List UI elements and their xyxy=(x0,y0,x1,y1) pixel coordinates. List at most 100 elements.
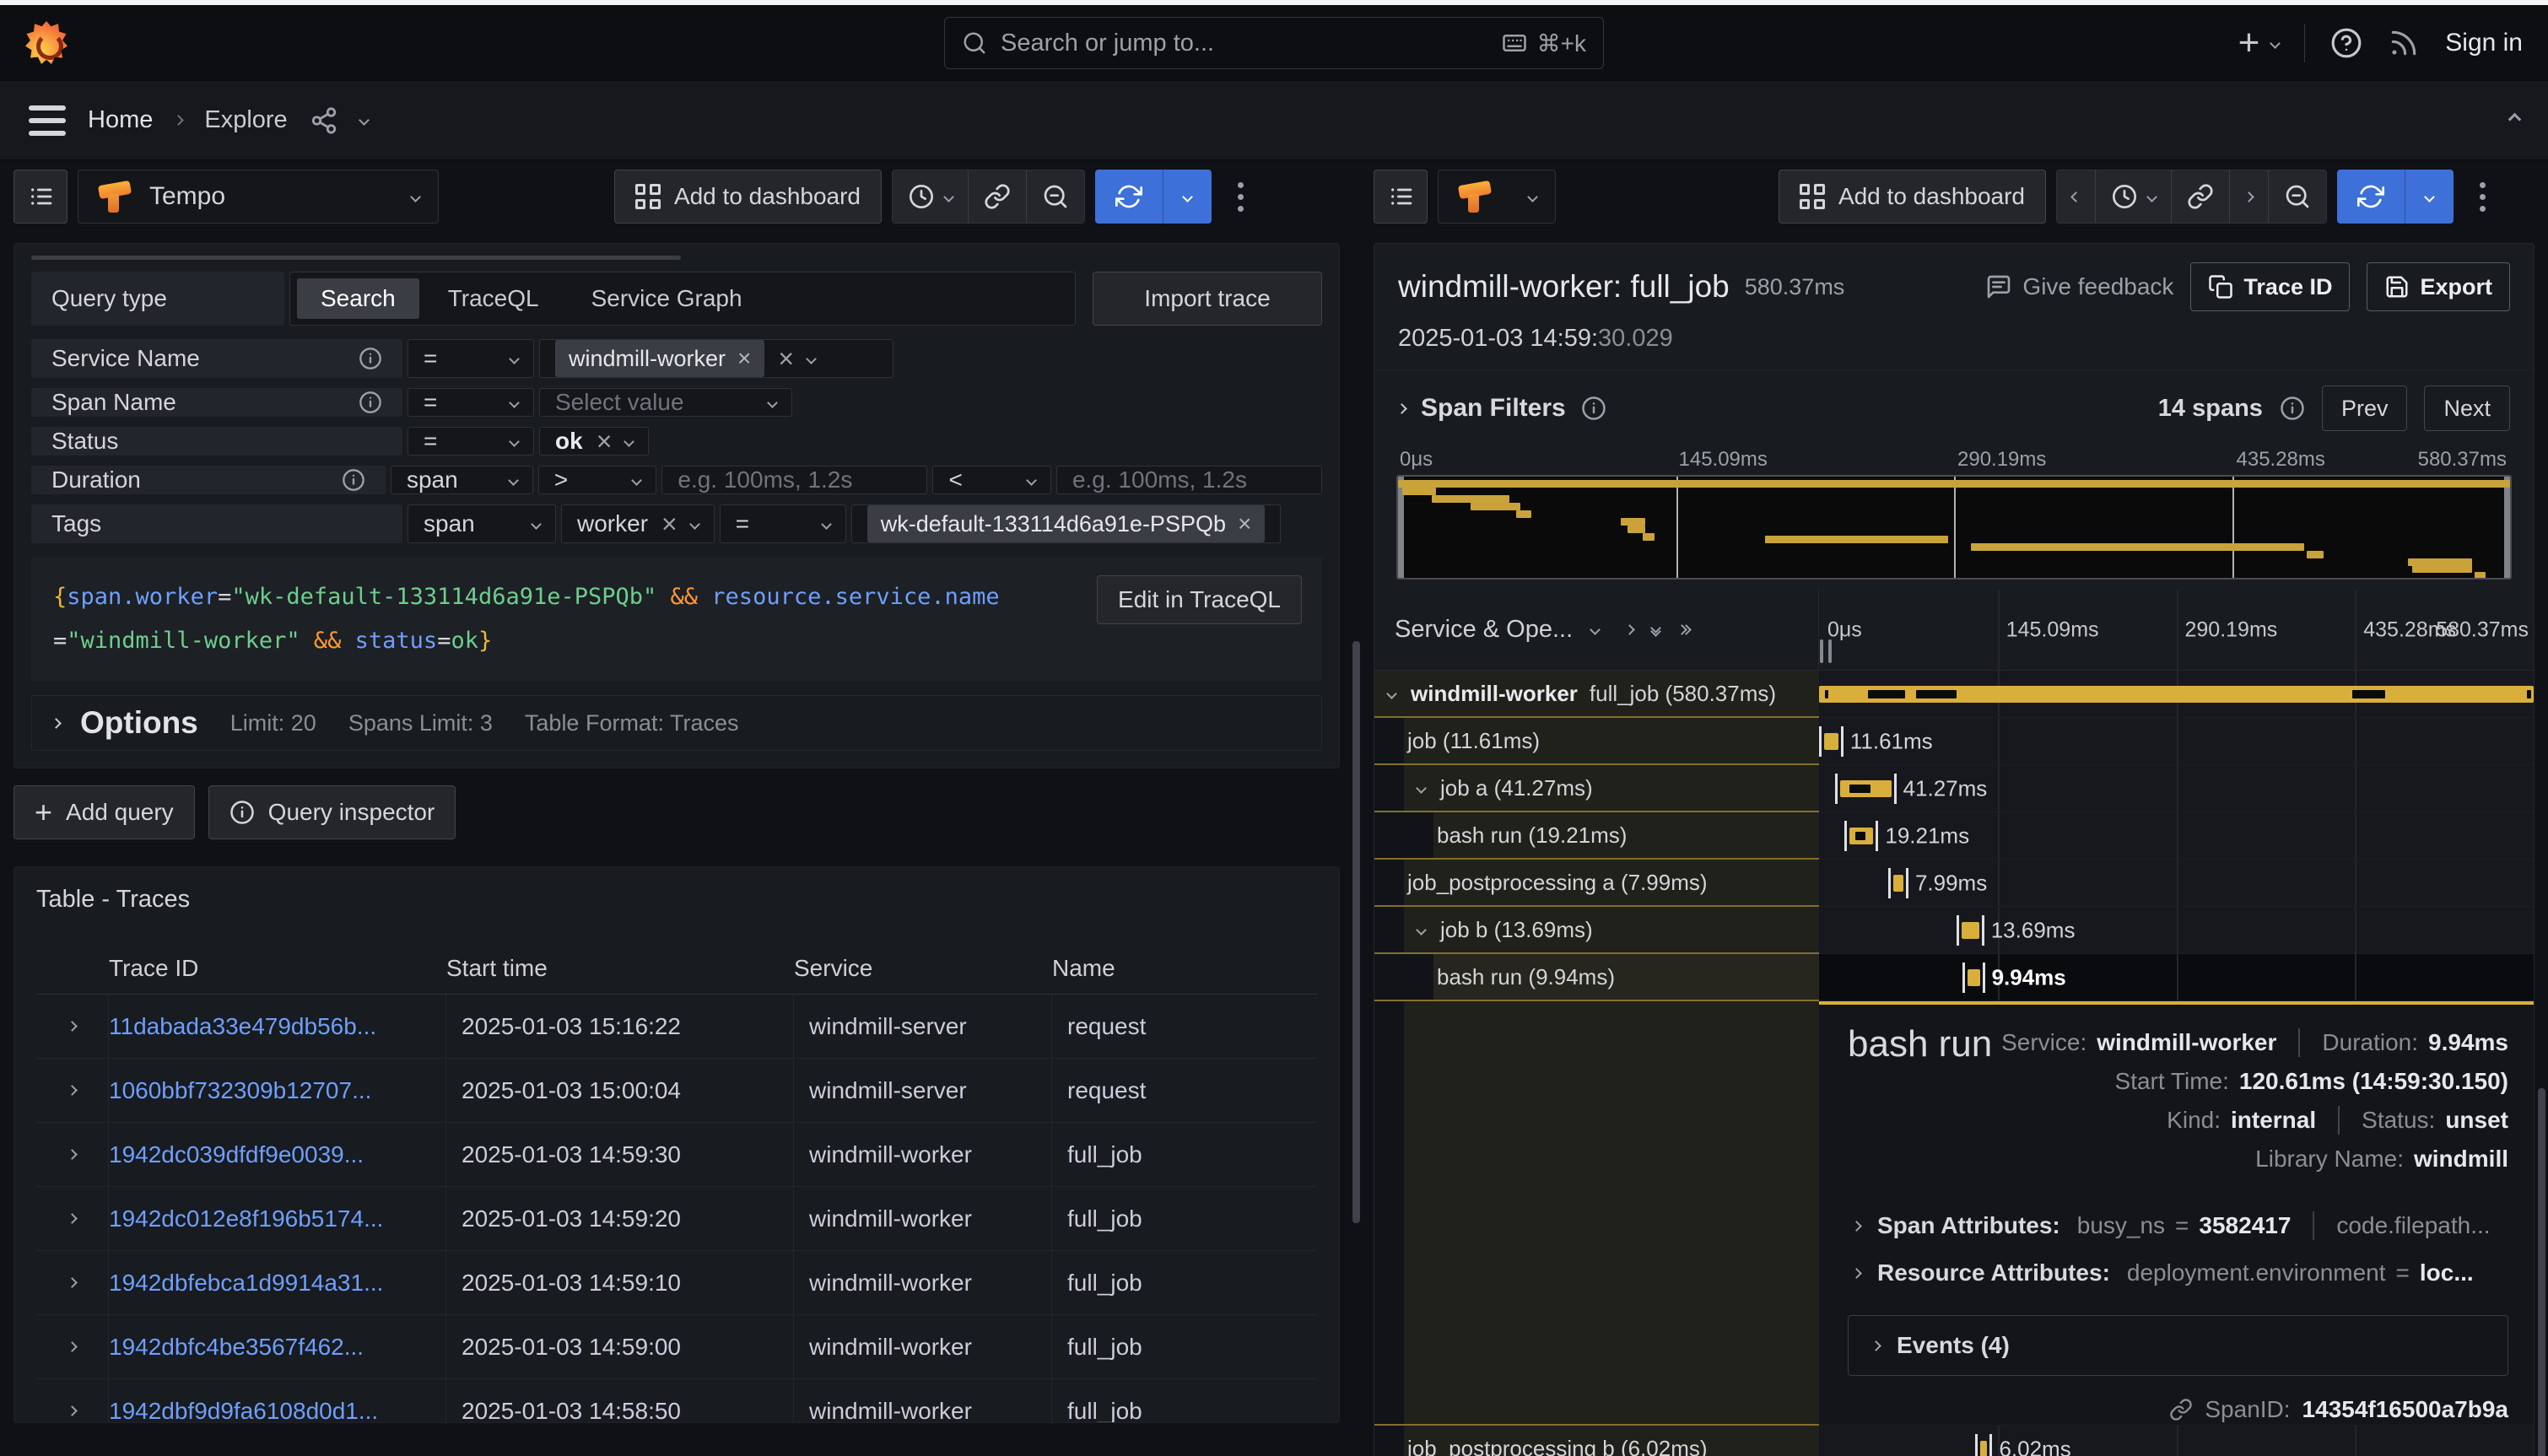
span-name-cell[interactable]: bash run (9.94ms) xyxy=(1374,954,1819,1001)
service-name-value-select[interactable]: windmill-worker× × xyxy=(539,339,893,378)
trace-id-link[interactable]: 1942dbf9d9fa6108d0d1... xyxy=(109,1398,378,1424)
span-name-cell[interactable]: windmill-worker full_job (580.37ms) xyxy=(1374,671,1819,718)
table-row[interactable]: 1942dbfebca1d9914a31... 2025-01-03 14:59… xyxy=(36,1251,1317,1315)
span-name-cell[interactable]: job_postprocessing b (6.02ms) xyxy=(1374,1426,1819,1456)
remove-icon[interactable]: × xyxy=(737,347,751,370)
datasource-picker[interactable]: Tempo xyxy=(78,170,439,224)
refresh-icon[interactable] xyxy=(1095,170,1163,224)
span-filters-title[interactable]: Span Filters xyxy=(1421,394,1566,423)
span-row[interactable]: bash run (19.21ms) 19.21ms xyxy=(1374,812,2534,860)
span-name-value-select[interactable]: Select value xyxy=(539,388,792,417)
clear-icon[interactable]: × xyxy=(778,345,794,372)
column-header[interactable]: Start time xyxy=(446,955,794,982)
column-header-select[interactable]: Service & Ope... xyxy=(1395,616,1573,644)
span-track[interactable]: 6.02ms xyxy=(1819,1426,2534,1456)
span-name-cell[interactable]: job_postprocessing a (7.99ms) xyxy=(1374,860,1819,907)
shift-time-forward-button[interactable] xyxy=(2230,170,2269,223)
refresh-interval-chevron-icon[interactable] xyxy=(1163,170,1212,224)
tab-search[interactable]: Search xyxy=(297,278,419,319)
next-span-button[interactable]: Next xyxy=(2424,386,2510,431)
info-icon[interactable] xyxy=(342,468,365,492)
service-name-chip[interactable]: windmill-worker× xyxy=(555,340,764,377)
span-row[interactable]: job (11.61ms) 11.61ms xyxy=(1374,718,2534,765)
chevron-right-icon[interactable] xyxy=(1624,624,1635,635)
expand-icon[interactable] xyxy=(1416,783,1427,794)
span-duration-bar[interactable] xyxy=(1849,828,1873,844)
row-expander-icon[interactable] xyxy=(67,1213,78,1224)
copy-link-button[interactable] xyxy=(969,170,1027,223)
table-row[interactable]: 1942dc039dfdf9e0039... 2025-01-03 14:59:… xyxy=(36,1123,1317,1187)
expand-all-icon[interactable] xyxy=(1678,626,1690,634)
table-row[interactable]: 1060bbf732309b12707... 2025-01-03 15:00:… xyxy=(36,1059,1317,1123)
span-duration-bar[interactable] xyxy=(1893,875,1903,892)
right-pane-scrollbar[interactable] xyxy=(2538,1088,2545,1456)
duration-lt-select[interactable]: < xyxy=(932,466,1050,494)
edit-in-traceql-button[interactable]: Edit in TraceQL xyxy=(1097,575,1302,624)
duration-scope-select[interactable]: span xyxy=(391,466,533,494)
remove-icon[interactable]: × xyxy=(661,510,677,537)
global-search[interactable]: ⌘+k xyxy=(944,17,1604,69)
copy-link-button[interactable] xyxy=(2172,170,2230,223)
row-expander-icon[interactable] xyxy=(67,1021,78,1032)
tag-value-chip[interactable]: wk-default-133114d6a91e-PSPQb× xyxy=(867,505,1266,542)
column-header[interactable]: Trace ID xyxy=(109,955,446,982)
share-icon[interactable] xyxy=(310,106,338,135)
link-icon[interactable] xyxy=(2169,1398,2193,1421)
panel-menu-icon[interactable] xyxy=(1222,170,1259,224)
run-query-split-button[interactable] xyxy=(1095,170,1212,224)
trace-id-link[interactable]: 1060bbf732309b12707... xyxy=(109,1077,371,1104)
export-button[interactable]: Export xyxy=(2367,262,2510,311)
column-header[interactable]: Service xyxy=(794,955,1052,982)
span-attributes-accordion[interactable]: Span Attributes: busy_ns = 3582417 code.… xyxy=(1848,1202,2508,1249)
span-duration-bar[interactable] xyxy=(1840,780,1891,797)
query-inspector-button[interactable]: Query inspector xyxy=(208,785,456,839)
span-id-value[interactable]: 14354f16500a7b9a xyxy=(2302,1396,2508,1423)
add-to-dashboard-button[interactable]: Add to dashboard xyxy=(1779,170,2046,224)
table-row[interactable]: 11dabada33e479db56b... 2025-01-03 15:16:… xyxy=(36,995,1317,1059)
column-resize-handle[interactable] xyxy=(1820,639,1832,663)
span-duration-bar[interactable] xyxy=(1962,922,1978,939)
tags-key-select[interactable]: worker× xyxy=(561,504,715,543)
tags-operator-select[interactable]: = xyxy=(720,504,846,543)
remove-icon[interactable]: × xyxy=(1238,512,1251,536)
panel-menu-icon[interactable] xyxy=(2464,170,2501,224)
datasource-picker[interactable] xyxy=(1438,170,1556,224)
span-track[interactable]: 7.99ms xyxy=(1819,860,2534,907)
span-track[interactable] xyxy=(1819,671,2534,718)
expand-icon[interactable] xyxy=(1386,688,1397,699)
duration-max-input[interactable]: e.g. 100ms, 1.2s xyxy=(1056,466,1322,494)
refresh-interval-chevron-icon[interactable] xyxy=(2405,170,2454,224)
trace-id-link[interactable]: 11dabada33e479db56b... xyxy=(109,1013,376,1040)
span-row[interactable]: job a (41.27ms) 41.27ms xyxy=(1374,765,2534,812)
span-row[interactable]: job b (13.69ms) 13.69ms xyxy=(1374,907,2534,954)
tags-value-select[interactable]: wk-default-133114d6a91e-PSPQb× xyxy=(851,504,1282,543)
add-to-dashboard-button[interactable]: Add to dashboard xyxy=(614,170,882,224)
collapse-panel-icon[interactable] xyxy=(2510,113,2519,128)
span-name-cell[interactable]: job b (13.69ms) xyxy=(1374,907,1819,954)
status-value-select[interactable]: ok× xyxy=(539,427,649,456)
span-track[interactable]: 13.69ms xyxy=(1819,907,2534,954)
span-duration-bar[interactable] xyxy=(1968,969,1979,986)
duration-gt-select[interactable]: > xyxy=(538,466,656,494)
zoom-out-button[interactable] xyxy=(2269,170,2326,223)
horizontal-scrollbar[interactable] xyxy=(31,256,681,260)
outline-button[interactable] xyxy=(1374,170,1428,224)
news-rss-icon[interactable] xyxy=(2388,27,2420,59)
grafana-logo-icon[interactable] xyxy=(25,21,67,65)
give-feedback-link[interactable]: Give feedback xyxy=(1985,273,2173,300)
status-operator-select[interactable]: = xyxy=(408,427,534,456)
span-row[interactable]: job_postprocessing a (7.99ms) 7.99ms xyxy=(1374,860,2534,907)
new-menu-button[interactable]: + xyxy=(2238,24,2280,62)
breadcrumb-explore[interactable]: Explore xyxy=(204,106,287,134)
left-pane-scrollbar[interactable] xyxy=(1352,641,1360,1223)
span-track[interactable]: 11.61ms xyxy=(1819,718,2534,765)
span-duration-bar[interactable] xyxy=(1824,733,1838,750)
traceql-query[interactable]: {span.worker="wk-default-133114d6a91e-PS… xyxy=(53,575,1032,663)
trace-id-button[interactable]: Trace ID xyxy=(2190,262,2350,311)
column-header[interactable]: Name xyxy=(1052,955,1317,982)
minimap-canvas[interactable] xyxy=(1396,475,2512,580)
events-accordion[interactable]: Events (4) xyxy=(1848,1315,2508,1376)
info-icon[interactable] xyxy=(359,347,382,370)
resource-attributes-accordion[interactable]: Resource Attributes: deployment.environm… xyxy=(1848,1249,2508,1297)
chevron-right-icon[interactable] xyxy=(1396,403,1407,414)
